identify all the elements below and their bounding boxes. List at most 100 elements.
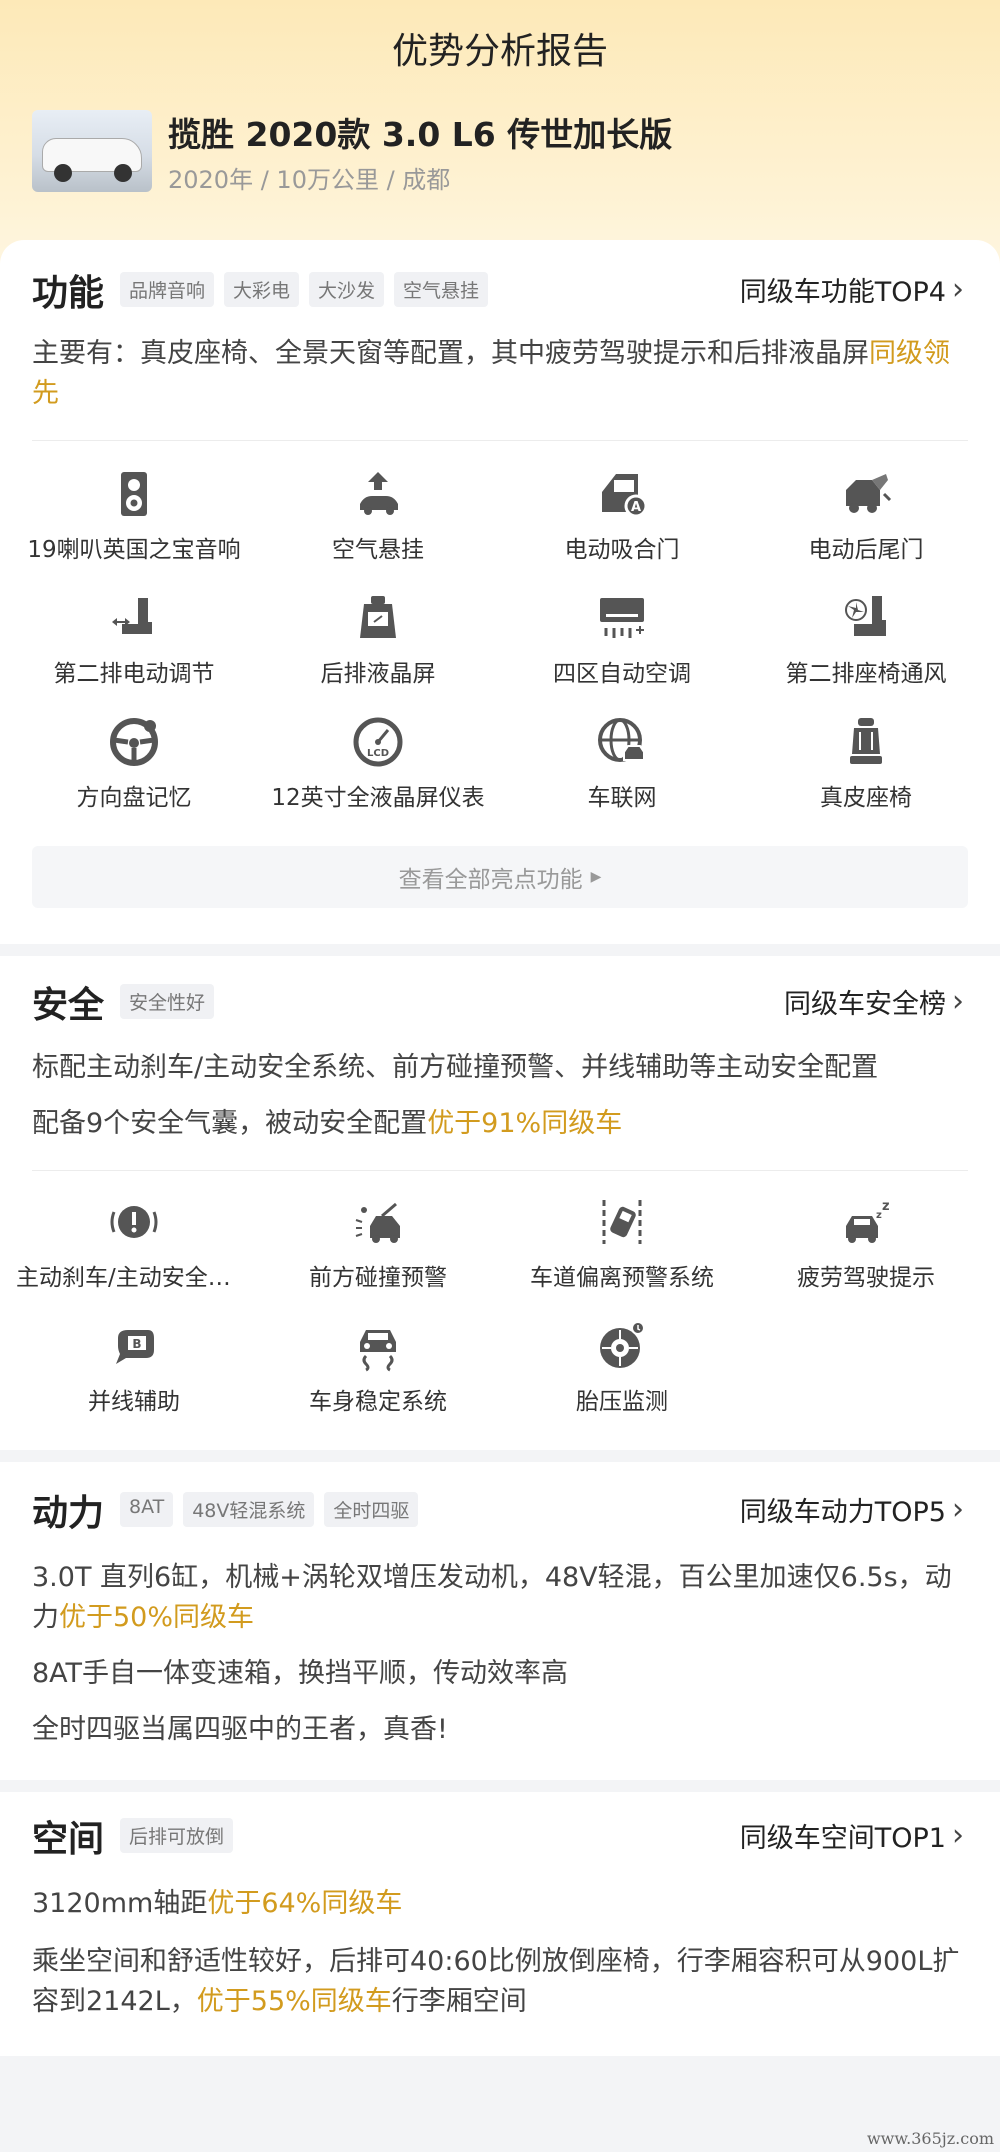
divider (32, 440, 968, 441)
car-thumbnail[interactable] (32, 110, 152, 192)
feature-item[interactable]: 四区自动空调 (500, 586, 744, 710)
rank-link-label: 同级车功能TOP4 (739, 277, 946, 308)
feature-item[interactable]: 空气悬挂 (256, 462, 500, 586)
section-title: 安全 (32, 985, 105, 1026)
car-name: 揽胜 2020款 3.0 L6 传世加长版 (168, 115, 673, 154)
safety-item[interactable]: B 并线辅助 (12, 1314, 256, 1438)
rank-link-label: 同级车动力TOP5 (739, 1497, 946, 1528)
speaker-icon (121, 472, 147, 516)
see-all-features-button[interactable]: 查看全部亮点功能 ▶ (32, 846, 968, 908)
rank-link-label: 同级车空间TOP1 (739, 1823, 946, 1854)
desc-highlight: 优于91%同级车 (427, 1108, 623, 1139)
safety-item[interactable]: 车道偏离预警系统 (500, 1190, 744, 1314)
feature-item[interactable]: 车联网 (500, 710, 744, 834)
lane-departure-icon (602, 1200, 642, 1244)
feature-item[interactable]: 后排液晶屏 (256, 586, 500, 710)
desc-text: 主要有：真皮座椅、全景天窗等配置，其中疲劳驾驶提示和后排液晶屏 (32, 338, 869, 369)
safety-item[interactable]: 前方碰撞预警 (256, 1190, 500, 1314)
tag: 空气悬挂 (394, 272, 489, 307)
feature-label: 方向盘记忆 (76, 785, 192, 811)
safety-label: 前方碰撞预警 (309, 1265, 447, 1291)
feature-item[interactable]: LCD 12英寸全液晶屏仪表 (256, 710, 500, 834)
desc-highlight: 优于64%同级车 (207, 1888, 403, 1919)
function-rank-link[interactable]: 同级车功能TOP4 › (740, 270, 964, 309)
feature-item[interactable]: 电动后尾门 (744, 462, 988, 586)
desc-text: 3120mm轴距 (32, 1888, 208, 1919)
fatigue-warning-icon: zz (846, 1199, 890, 1243)
safety-item[interactable]: 主动刹车/主动安全系统 (12, 1190, 256, 1314)
space-tags: 后排可放倒 (120, 1818, 234, 1853)
feature-label: 第二排电动调节 (53, 661, 215, 687)
feature-label: 12英寸全液晶屏仪表 (271, 785, 485, 811)
feature-item[interactable]: 方向盘记忆 (12, 710, 256, 834)
active-brake-icon (110, 1206, 158, 1238)
triangle-right-icon: ▶ (590, 869, 602, 885)
safety-item[interactable]: zz 疲劳驾驶提示 (744, 1190, 988, 1314)
feature-item[interactable]: 第二排电动调节 (12, 586, 256, 710)
safety-item[interactable]: 胎压监测 (500, 1314, 744, 1438)
desc-highlight: 优于50%同级车 (59, 1602, 255, 1633)
safety-item[interactable]: 车身稳定系统 (256, 1314, 500, 1438)
tag: 大彩电 (224, 272, 300, 307)
power-description-2: 8AT手自一体变速箱，换挡平顺，传动效率高 (32, 1658, 569, 1689)
tag: 安全性好 (120, 984, 215, 1019)
power-door-icon: A (602, 474, 648, 518)
feature-item[interactable]: A 电动吸合门 (500, 462, 744, 586)
space-description-2: 乘坐空间和舒适性较好，后排可40:60比例放倒座椅，行李厢容积可从900L扩容到… (32, 1942, 968, 2022)
space-rank-link[interactable]: 同级车空间TOP1 › (740, 1816, 964, 1855)
chevron-right-icon: › (952, 272, 964, 307)
svg-text:z: z (876, 1210, 882, 1221)
svg-text:A: A (631, 500, 641, 515)
safety-label: 疲劳驾驶提示 (797, 1265, 935, 1291)
function-icon-grid: 19喇叭英国之宝音响 空气悬挂 A 电动吸合门 电动后尾门 第二排电动调节 后排… (12, 462, 988, 834)
chevron-right-icon: › (952, 1818, 964, 1853)
rear-screen-icon (360, 596, 396, 638)
tag: 48V轻混系统 (183, 1492, 315, 1527)
chevron-right-icon: › (952, 1492, 964, 1527)
power-rank-link[interactable]: 同级车动力TOP5 › (740, 1490, 964, 1529)
feature-item[interactable]: 真皮座椅 (744, 710, 988, 834)
desc-highlight: 优于55%同级车 (196, 1986, 392, 2017)
feature-label: 真皮座椅 (820, 785, 912, 811)
stability-control-icon (360, 1330, 396, 1372)
feature-item[interactable]: 19喇叭英国之宝音响 (12, 462, 256, 586)
see-all-label: 查看全部亮点功能 (398, 867, 583, 893)
seat-adjust-icon (112, 598, 152, 634)
safety-tags: 安全性好 (120, 984, 215, 1019)
safety-icon-grid: 主动刹车/主动安全系统 前方碰撞预警 车道偏离预警系统 zz 疲劳驾驶提示 B … (12, 1190, 988, 1438)
air-suspension-icon (360, 472, 398, 515)
svg-text:B: B (132, 1337, 141, 1351)
tag: 后排可放倒 (120, 1818, 234, 1853)
feature-item[interactable]: 第二排座椅通风 (744, 586, 988, 710)
chevron-right-icon: › (952, 984, 964, 1019)
leather-seat-icon (850, 718, 882, 764)
feature-label: 后排液晶屏 (320, 661, 436, 687)
power-description-1: 3.0T 直列6缸，机械+涡轮双增压发动机，48V轻混，百公里加速仅6.5s，动… (32, 1558, 968, 1638)
section-title: 空间 (32, 1819, 105, 1860)
safety-label: 车道偏离预警系统 (530, 1265, 714, 1291)
function-tags: 品牌音响 大彩电 大沙发 空气悬挂 (120, 272, 489, 307)
collision-warning-icon (355, 1202, 400, 1243)
air-conditioner-icon (600, 598, 644, 638)
seat-ventilation-icon (845, 596, 886, 636)
section-title: 动力 (32, 1493, 105, 1534)
desc-text: 配备9个安全气囊，被动安全配置 (32, 1108, 428, 1139)
space-section: 空间 后排可放倒 同级车空间TOP1 › 3120mm轴距优于64%同级车 乘坐… (0, 1792, 1000, 2056)
section-title: 功能 (32, 273, 105, 314)
power-tags: 8AT 48V轻混系统 全时四驱 (120, 1492, 419, 1527)
safety-section: 安全 安全性好 同级车安全榜 › 标配主动刹车/主动安全系统、前方碰撞预警、并线… (0, 956, 1000, 1450)
tag: 大沙发 (309, 272, 385, 307)
tire-pressure-icon (600, 1321, 645, 1368)
feature-label: 电动后尾门 (808, 537, 924, 563)
function-description: 主要有：真皮座椅、全景天窗等配置，其中疲劳驾驶提示和后排液晶屏同级领先 (32, 334, 968, 414)
lcd-gauge-icon: LCD (353, 717, 403, 767)
space-description-1: 3120mm轴距优于64%同级车 (32, 1884, 968, 1924)
power-description-3: 全时四驱当属四驱中的王者，真香! (32, 1714, 448, 1745)
safety-description-1: 标配主动刹车/主动安全系统、前方碰撞预警、并线辅助等主动安全配置 (32, 1052, 879, 1083)
power-tailgate-icon (846, 474, 892, 513)
safety-label: 车身稳定系统 (309, 1389, 447, 1415)
blind-spot-icon: B (116, 1330, 154, 1364)
steering-wheel-icon (110, 718, 158, 766)
safety-rank-link[interactable]: 同级车安全榜 › (784, 982, 964, 1021)
feature-label: 四区自动空调 (553, 661, 691, 687)
